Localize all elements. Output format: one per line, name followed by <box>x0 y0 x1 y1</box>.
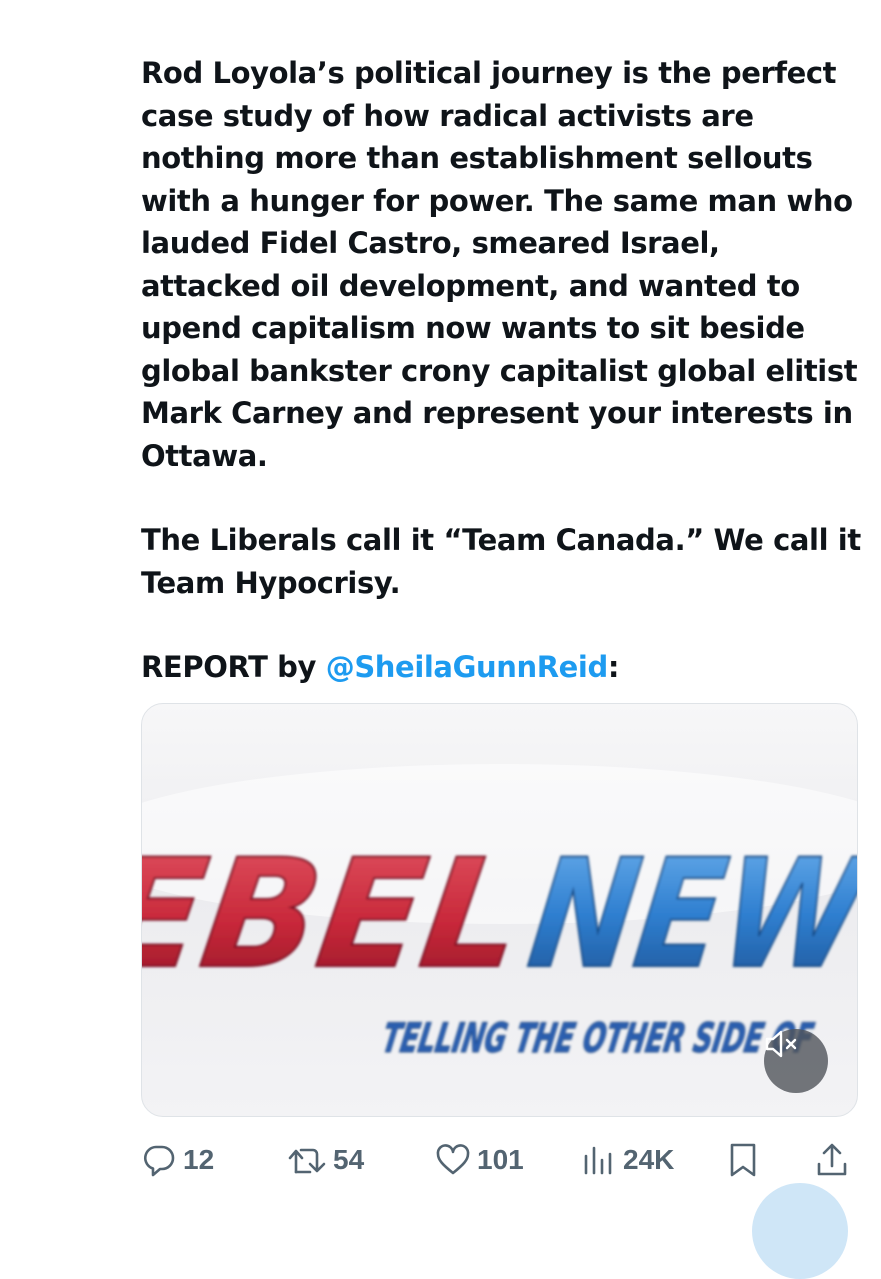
speaker-muted-icon <box>765 1030 797 1058</box>
tweet-actions: 12 54 101 24K <box>141 1138 856 1182</box>
video-player[interactable]: EBEL NEW TELLING THE OTHER SIDE OF <box>141 703 858 1117</box>
share-icon <box>817 1143 847 1176</box>
repost-icon <box>288 1148 326 1174</box>
share-button[interactable] <box>815 1138 849 1182</box>
tweet-paragraph-2: The Liberals call it “Team Canada.” We c… <box>141 523 861 600</box>
heart-icon <box>436 1144 470 1175</box>
report-line: REPORT by @SheilaGunnReid: <box>141 646 866 689</box>
compose-fab-button[interactable] <box>752 1183 848 1279</box>
views-button[interactable]: 24K <box>581 1138 674 1182</box>
like-button[interactable]: 101 <box>435 1138 524 1182</box>
like-count: 101 <box>477 1144 524 1175</box>
mention-link[interactable]: @SheilaGunnReid <box>326 650 608 684</box>
views-count: 24K <box>623 1144 675 1175</box>
repost-button[interactable]: 54 <box>287 1138 364 1182</box>
reply-icon <box>144 1145 175 1177</box>
reply-button[interactable]: 12 <box>141 1138 214 1182</box>
bookmark-icon <box>730 1143 756 1177</box>
tagline-text: TELLING THE OTHER SIDE OF <box>379 1015 817 1062</box>
mute-button[interactable] <box>764 1029 828 1093</box>
tweet-paragraph-1: Rod Loyola’s political journey is the pe… <box>141 56 858 473</box>
reply-count: 12 <box>183 1144 215 1175</box>
video-frame: EBEL NEW TELLING THE OTHER SIDE OF <box>142 764 857 1062</box>
report-suffix: : <box>607 650 620 684</box>
repost-count: 54 <box>333 1144 365 1175</box>
views-chart-icon <box>584 1146 612 1175</box>
report-prefix: REPORT by <box>141 650 326 684</box>
bookmark-button[interactable] <box>727 1138 759 1182</box>
logo-blue-text: NEW <box>520 827 857 1002</box>
logo-red-text: EBEL <box>142 827 533 1002</box>
tweet-text: Rod Loyola’s political journey is the pe… <box>141 52 866 689</box>
